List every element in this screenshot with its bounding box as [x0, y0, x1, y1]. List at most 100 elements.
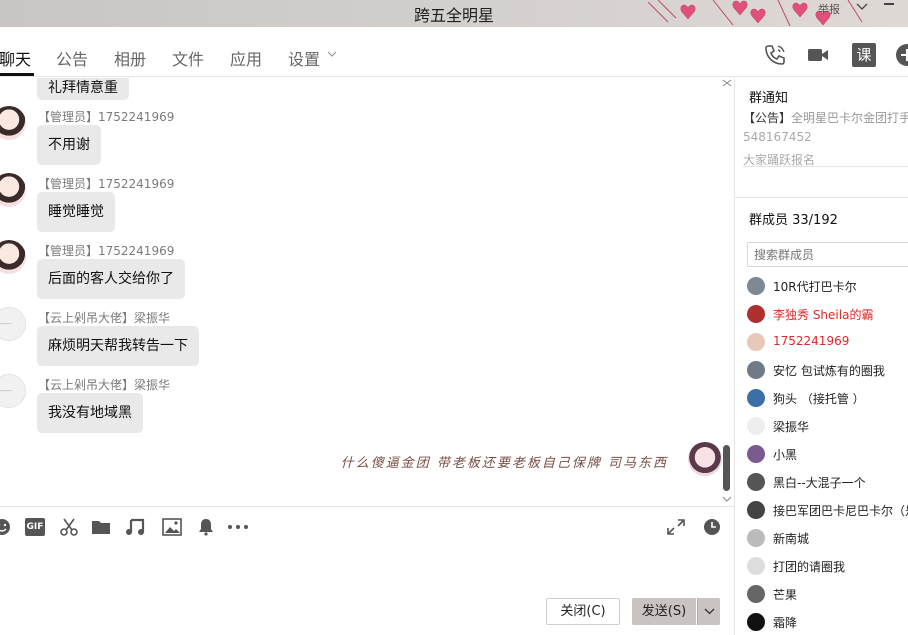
member-item[interactable]: 小黑: [747, 443, 908, 465]
notice-prefix: 【公告】: [743, 111, 792, 125]
folder-icon[interactable]: [91, 518, 111, 536]
message-sender: 【云上剁吊大佬】梁振华: [38, 378, 171, 392]
scroll-up-icon[interactable]: [722, 78, 732, 88]
member-avatar: [747, 529, 765, 547]
message-sender: 【管理员】1752241969: [38, 110, 175, 124]
tab-settings[interactable]: 设置: [288, 46, 320, 70]
message-input[interactable]: 关闭(C) 发送(S): [0, 546, 734, 635]
video-call-icon[interactable]: [806, 43, 830, 67]
divider: [743, 166, 908, 167]
chevron-down-icon[interactable]: [327, 49, 337, 59]
more-icon[interactable]: [227, 518, 249, 536]
message-bubble: 我没有地域黑: [37, 393, 143, 433]
scrollbar-thumb[interactable]: [723, 445, 730, 491]
phone-icon[interactable]: [763, 43, 787, 67]
group-side-panel: 群通知 【公告】全明星巴卡尔金团打手 548167452 大家踊跃报名 群成员 …: [734, 78, 908, 635]
member-item[interactable]: 打团的请圈我: [747, 555, 908, 577]
member-item[interactable]: 接巴军团巴卡尼巴卡尔（是: [747, 499, 908, 521]
notice-text[interactable]: 【公告】全明星巴卡尔金团打手: [743, 109, 908, 126]
tab-bar: 聊天 公告 相册 文件 应用 设置 课: [0, 27, 908, 77]
bell-icon[interactable]: [196, 518, 216, 536]
member-avatar: [747, 277, 765, 295]
member-name: 梁振华: [773, 420, 810, 434]
image-icon[interactable]: [162, 518, 182, 536]
message-bubble: 麻烦明天帮我转告一下: [37, 326, 199, 366]
close-button[interactable]: 关闭(C): [546, 598, 620, 625]
member-name: 安忆 包试炼有的圈我: [773, 364, 885, 378]
scissors-icon[interactable]: [59, 518, 79, 536]
class-icon[interactable]: 课: [852, 43, 876, 67]
member-item[interactable]: 梁振华: [747, 415, 908, 437]
music-icon[interactable]: [125, 518, 145, 536]
chat-window: 跨五全明星 举报 聊天 公告 相册 文件 应用 设置 课 礼拜情意重 【管理员】…: [0, 0, 908, 635]
send-options-button[interactable]: [697, 598, 720, 625]
message-list[interactable]: 礼拜情意重 【管理员】1752241969 不用谢 【管理员】175224196…: [0, 78, 734, 506]
chevron-down-icon: [704, 608, 715, 615]
tab-chat[interactable]: 聊天: [0, 46, 31, 70]
input-toolbar: GIF: [0, 506, 734, 546]
tab-album[interactable]: 相册: [114, 46, 146, 70]
member-search-input[interactable]: [747, 242, 908, 267]
member-avatar: [747, 445, 765, 463]
self-avatar[interactable]: [688, 442, 722, 476]
notice-body: 全明星巴卡尔金团打手: [791, 111, 908, 125]
tab-announcement[interactable]: 公告: [56, 46, 88, 70]
notice-title: 群通知: [749, 91, 789, 106]
member-item[interactable]: 霜降: [747, 611, 908, 633]
scroll-down-icon[interactable]: [722, 494, 732, 504]
message-bubble: 礼拜情意重: [37, 78, 129, 100]
member-item[interactable]: 芒果: [747, 583, 908, 605]
title-bar: 跨五全明星 举报: [0, 0, 908, 27]
tab-files[interactable]: 文件: [172, 46, 204, 70]
member-avatar: [747, 501, 765, 519]
member-item[interactable]: 1752241969: [747, 331, 908, 353]
avatar[interactable]: [0, 173, 26, 207]
member-avatar: [747, 473, 765, 491]
avatar[interactable]: [0, 106, 26, 140]
member-avatar: [747, 417, 765, 435]
member-name: 霜降: [773, 616, 798, 630]
member-avatar: [747, 585, 765, 603]
member-item[interactable]: 黑白--大混子一个: [747, 471, 908, 493]
avatar[interactable]: [0, 240, 26, 274]
member-name: 李独秀 Sheila的霸: [773, 308, 874, 322]
members-title: 群成员 33/192: [749, 213, 838, 228]
member-name: 打团的请圈我: [773, 560, 846, 574]
member-name: 芒果: [773, 588, 798, 602]
report-button[interactable]: 举报: [818, 1, 840, 17]
message-bubble: 睡觉睡觉: [37, 192, 115, 232]
member-name: 10R代打巴卡尔: [773, 280, 857, 294]
message-bubble: 后面的客人交给你了: [37, 259, 185, 299]
tab-active-indicator: [0, 73, 34, 76]
member-avatar: [747, 557, 765, 575]
send-button[interactable]: 发送(S): [632, 598, 696, 625]
member-name: 1752241969: [773, 334, 850, 348]
message-sender: 【管理员】1752241969: [38, 244, 175, 258]
member-item[interactable]: 新南城: [747, 527, 908, 549]
member-name: 狗头 （接托管 ）: [773, 392, 865, 406]
avatar[interactable]: -----: [0, 307, 26, 341]
add-icon[interactable]: [895, 43, 908, 67]
member-item[interactable]: 李独秀 Sheila的霸: [747, 303, 908, 325]
message-bubble: 不用谢: [37, 125, 101, 165]
expand-icon[interactable]: [666, 518, 686, 536]
member-avatar: [747, 361, 765, 379]
gif-icon[interactable]: GIF: [25, 518, 45, 536]
member-avatar: [747, 333, 765, 351]
member-name: 黑白--大混子一个: [773, 476, 866, 490]
window-title: 跨五全明星: [413, 6, 494, 25]
message-sender: 【云上剁吊大佬】梁振华: [38, 311, 171, 325]
member-item[interactable]: 安忆 包试炼有的圈我: [747, 359, 908, 381]
history-icon[interactable]: [702, 518, 722, 536]
member-item[interactable]: 10R代打巴卡尔: [747, 275, 908, 297]
member-name: 接巴军团巴卡尼巴卡尔（是: [773, 504, 908, 518]
emoji-icon[interactable]: [0, 518, 12, 536]
chevron-down-icon[interactable]: [856, 1, 868, 11]
avatar[interactable]: -----: [0, 374, 26, 408]
member-name: 小黑: [773, 448, 798, 462]
member-name: 新南城: [773, 532, 810, 546]
minimize-button[interactable]: [884, 3, 894, 5]
member-avatar: [747, 613, 765, 631]
tab-apps[interactable]: 应用: [230, 46, 262, 70]
member-item[interactable]: 狗头 （接托管 ）: [747, 387, 908, 409]
